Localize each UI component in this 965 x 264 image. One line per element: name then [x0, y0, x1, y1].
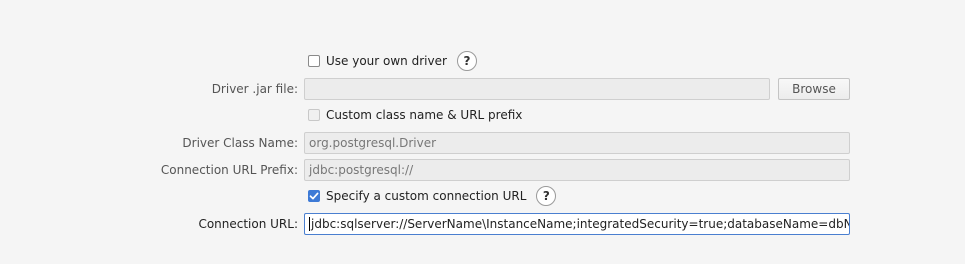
- custom-url-checkbox[interactable]: [308, 190, 320, 202]
- custom-url-label[interactable]: Specify a custom connection URL: [326, 189, 526, 203]
- connection-url-label: Connection URL:: [198, 217, 298, 231]
- use-own-driver-checkbox[interactable]: [308, 55, 320, 67]
- checkmark-icon: [309, 192, 319, 200]
- driver-jar-label: Driver .jar file:: [211, 82, 298, 96]
- driver-settings-panel: { "own_driver": { "label": "Use your own…: [0, 0, 965, 264]
- custom-class-label[interactable]: Custom class name & URL prefix: [326, 108, 522, 122]
- connection-url-value: jdbc:sqlserver://ServerName\InstanceName…: [311, 217, 850, 231]
- browse-button[interactable]: Browse: [778, 78, 850, 100]
- url-prefix-label: Connection URL Prefix:: [160, 163, 298, 177]
- use-own-driver-label[interactable]: Use your own driver: [326, 54, 447, 68]
- text-caret: [309, 216, 310, 231]
- use-own-driver-row: Use your own driver ?: [308, 49, 477, 73]
- driver-class-field[interactable]: org.postgresql.Driver: [304, 132, 850, 154]
- custom-url-row: Specify a custom connection URL ?: [308, 184, 557, 208]
- custom-class-row: Custom class name & URL prefix: [308, 103, 522, 127]
- custom-class-checkbox[interactable]: [308, 109, 320, 121]
- help-icon[interactable]: ?: [536, 186, 557, 206]
- driver-jar-field[interactable]: [304, 78, 770, 100]
- help-icon[interactable]: ?: [456, 51, 477, 71]
- connection-url-input[interactable]: jdbc:sqlserver://ServerName\InstanceName…: [304, 213, 850, 235]
- url-prefix-field[interactable]: jdbc:postgresql://: [304, 159, 850, 181]
- driver-class-label: Driver Class Name:: [182, 136, 298, 150]
